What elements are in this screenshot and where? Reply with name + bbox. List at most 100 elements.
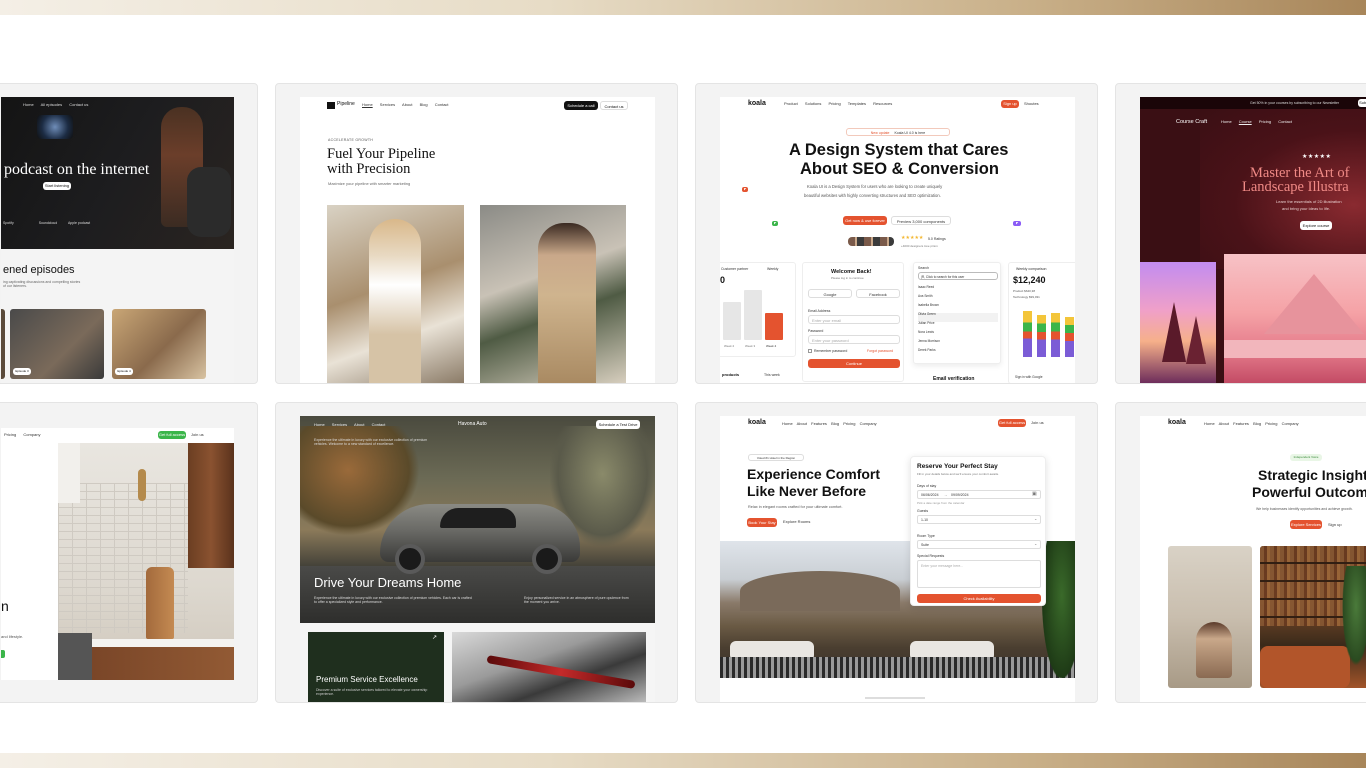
nav-contact[interactable]: Contact us xyxy=(69,102,88,107)
remember-checkbox[interactable] xyxy=(808,349,812,353)
subscribe-button[interactable]: Subscribe xyxy=(1358,99,1366,107)
nav-pricing[interactable]: Pricing xyxy=(843,421,855,426)
koala-logo[interactable]: koala xyxy=(748,100,766,108)
koala-stay-desc: Relax in elegant rooms crafted for your … xyxy=(748,505,843,509)
nav-services[interactable]: Services xyxy=(332,422,347,427)
nav-blog[interactable]: Blog xyxy=(1253,421,1261,426)
bar-label-3: Week 4 xyxy=(766,344,777,348)
signin-link[interactable]: Shoutes xyxy=(1024,101,1039,107)
nav-about[interactable]: About xyxy=(797,421,807,426)
nav-solutions[interactable]: Solutions xyxy=(805,101,821,106)
nav-features[interactable]: Features xyxy=(1233,421,1249,426)
nav-home[interactable]: Home xyxy=(314,422,325,427)
nav-features[interactable]: Features xyxy=(811,421,827,426)
nav-about[interactable]: About xyxy=(1219,421,1229,426)
card-cars[interactable]: Home Services About Contact Havona Auto … xyxy=(275,402,678,703)
nav-pricing[interactable]: Pricing xyxy=(4,432,16,437)
explore-course-button[interactable]: Explore course xyxy=(1300,221,1332,230)
apple-podcast-label[interactable]: Apple podcast xyxy=(68,221,90,225)
interior-screenshot: Pricing Company Get full access Join us … xyxy=(1,428,234,680)
interior-green-button[interactable] xyxy=(1,650,5,658)
card-interior[interactable]: Pricing Company Get full access Join us … xyxy=(0,402,258,703)
nav-course[interactable]: Course xyxy=(1239,119,1252,124)
forgot-link[interactable]: Forgot password xyxy=(867,349,893,353)
soundcloud-label[interactable]: Soundcloud xyxy=(39,221,58,225)
sign-up-button[interactable]: Sign up xyxy=(1001,100,1019,108)
email-field[interactable]: Enter your email xyxy=(808,315,900,324)
nav-services[interactable]: Services xyxy=(380,102,395,107)
guests-field[interactable]: 1-10 ⌄ xyxy=(917,515,1041,524)
spotify-label[interactable]: Spotify xyxy=(3,221,14,225)
chart-period[interactable]: Weekly xyxy=(767,267,778,271)
nav-about[interactable]: About xyxy=(402,102,412,107)
products-label: products xyxy=(722,372,740,377)
explore-services-button[interactable]: Explore Services xyxy=(1290,520,1322,529)
requests-textarea[interactable]: Enter your message here... xyxy=(917,560,1041,588)
test-drive-button[interactable]: Schedule a Test Drive xyxy=(596,420,640,429)
nav-resources[interactable]: Resources xyxy=(873,101,892,106)
room-type-field[interactable]: Suite ⌄ xyxy=(917,540,1041,549)
start-listening-button[interactable]: Start listening xyxy=(43,182,71,190)
signup-link[interactable]: Sign up xyxy=(1328,522,1342,528)
date-range-field[interactable]: 06/06/2024 → 09/09/2024 ▣ xyxy=(917,490,1041,499)
nav-company[interactable]: Company xyxy=(1282,421,1299,426)
nav-company[interactable]: Company xyxy=(23,432,40,437)
nav-pricing[interactable]: Pricing xyxy=(1259,119,1271,124)
contact-us-button[interactable]: Contact us xyxy=(600,101,628,110)
service-panel[interactable]: ↗ Premium Service Excellence Discover a … xyxy=(308,632,444,702)
nav-home[interactable]: Home xyxy=(782,421,793,426)
preview-components-button[interactable]: Preview 3,000 components xyxy=(891,216,951,225)
person-row[interactable]: Derek Parks xyxy=(918,348,998,358)
nav-blog[interactable]: Blog xyxy=(420,102,428,107)
book-stay-button[interactable]: Book Your Stay xyxy=(747,518,777,527)
nav-home[interactable]: Home xyxy=(1204,421,1215,426)
cars-logo[interactable]: Havona Auto xyxy=(458,421,487,428)
password-field[interactable]: Enter your password xyxy=(808,335,900,344)
card-podcast[interactable]: Home All episodes Contact us podcast on … xyxy=(0,83,258,384)
koala-ds-desc-2: beautiful websites with highly convertin… xyxy=(804,193,941,198)
schedule-call-button[interactable]: Schedule a call xyxy=(564,101,598,110)
card-course-craft[interactable]: Get 50% in your courses by subscribing t… xyxy=(1115,83,1366,384)
nav-about[interactable]: About xyxy=(354,422,364,427)
episode-thumb-3[interactable]: Episode 3 xyxy=(10,309,104,379)
this-week-label[interactable]: This week xyxy=(764,373,780,377)
nav-pricing[interactable]: Pricing xyxy=(829,101,841,106)
strategic-logo[interactable]: koala xyxy=(1168,419,1186,427)
nav-contact[interactable]: Contact xyxy=(435,102,449,107)
card-koala-design-system[interactable]: koala Product Solutions Pricing Template… xyxy=(695,83,1098,384)
card-koala-stay[interactable]: koala Home About Features Blog Pricing C… xyxy=(695,402,1098,703)
countertop xyxy=(92,639,234,647)
pipeline-logo[interactable]: Pipeline xyxy=(337,101,355,108)
check-availability-button[interactable]: Check Availability xyxy=(917,594,1041,603)
episode-thumb-4[interactable]: Episode 4 xyxy=(112,309,206,379)
nav-home[interactable]: Home xyxy=(23,102,34,107)
nav-home[interactable]: Home xyxy=(1221,119,1232,124)
signin-google-label[interactable]: Sign in with Google xyxy=(1015,375,1042,380)
nav-product[interactable]: Product xyxy=(784,101,798,106)
search-input[interactable]: |R, Click to search for this user xyxy=(918,272,998,280)
nav-contact[interactable]: Contact xyxy=(1278,119,1292,124)
nav-home[interactable]: Home xyxy=(362,102,373,107)
get-now-button[interactable]: Get now & use forever xyxy=(843,216,887,225)
nav-episodes[interactable]: All episodes xyxy=(41,102,63,107)
koala-stay-logo[interactable]: koala xyxy=(748,419,766,427)
join-us-link[interactable]: Join us xyxy=(1031,420,1044,426)
nav-company[interactable]: Company xyxy=(860,421,877,426)
nav-pricing[interactable]: Pricing xyxy=(1265,421,1277,426)
nav-templates[interactable]: Templates xyxy=(848,101,866,106)
nav-blog[interactable]: Blog xyxy=(831,421,839,426)
join-us-link[interactable]: Join us xyxy=(191,432,204,438)
card-pipeline[interactable]: Pipeline Home Services About Blog Contac… xyxy=(275,83,678,384)
full-access-button[interactable]: Get full access xyxy=(998,419,1026,427)
update-badge[interactable]: New update Koala UI 4.0 is here xyxy=(846,128,950,136)
explore-rooms-link[interactable]: Explore Rooms xyxy=(783,519,810,525)
google-button[interactable]: Google xyxy=(808,289,852,298)
episode-thumb-2[interactable] xyxy=(1,309,5,379)
continue-button[interactable]: Continue xyxy=(808,359,900,368)
coursecraft-logo[interactable]: Course Craft xyxy=(1176,119,1207,125)
nav-contact[interactable]: Contact xyxy=(372,422,386,427)
facebook-button[interactable]: Facebook xyxy=(856,289,900,298)
wheel-rear xyxy=(532,544,562,574)
card-strategic[interactable]: koala Home About Features Blog Pricing C… xyxy=(1115,402,1366,703)
get-access-button[interactable]: Get full access xyxy=(158,431,186,439)
